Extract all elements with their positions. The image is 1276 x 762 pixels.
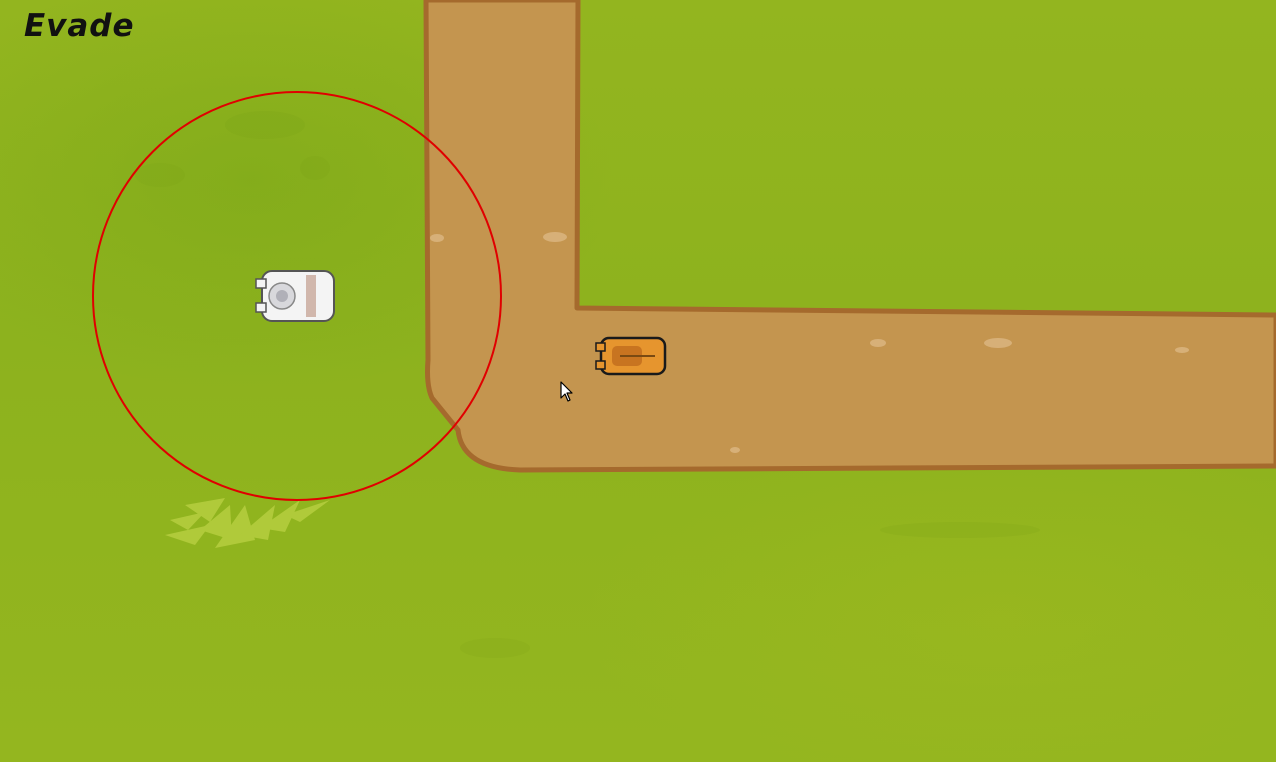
- game-mode-label: Evade: [24, 8, 135, 44]
- grass-shade-patch: [225, 111, 305, 139]
- path-pebble: [543, 232, 567, 242]
- grass-tuft: [165, 498, 330, 548]
- path-pebble: [430, 234, 444, 242]
- map-terrain: [92, 0, 1276, 658]
- grass-shade-patch: [300, 156, 330, 180]
- white-tower-sprite[interactable]: [255, 270, 335, 322]
- path-pebble: [984, 338, 1012, 348]
- grass-shade-patch: [880, 522, 1040, 538]
- path-pebble: [730, 447, 740, 453]
- path-pebble: [1175, 347, 1189, 353]
- mouse-cursor-icon: [560, 381, 573, 402]
- grass-shade-patch: [135, 163, 185, 187]
- grass-shade-patch: [460, 638, 530, 658]
- orange-creep-sprite[interactable]: [595, 336, 667, 376]
- game-stage[interactable]: Evade: [0, 0, 1276, 762]
- path-pebble: [870, 339, 886, 347]
